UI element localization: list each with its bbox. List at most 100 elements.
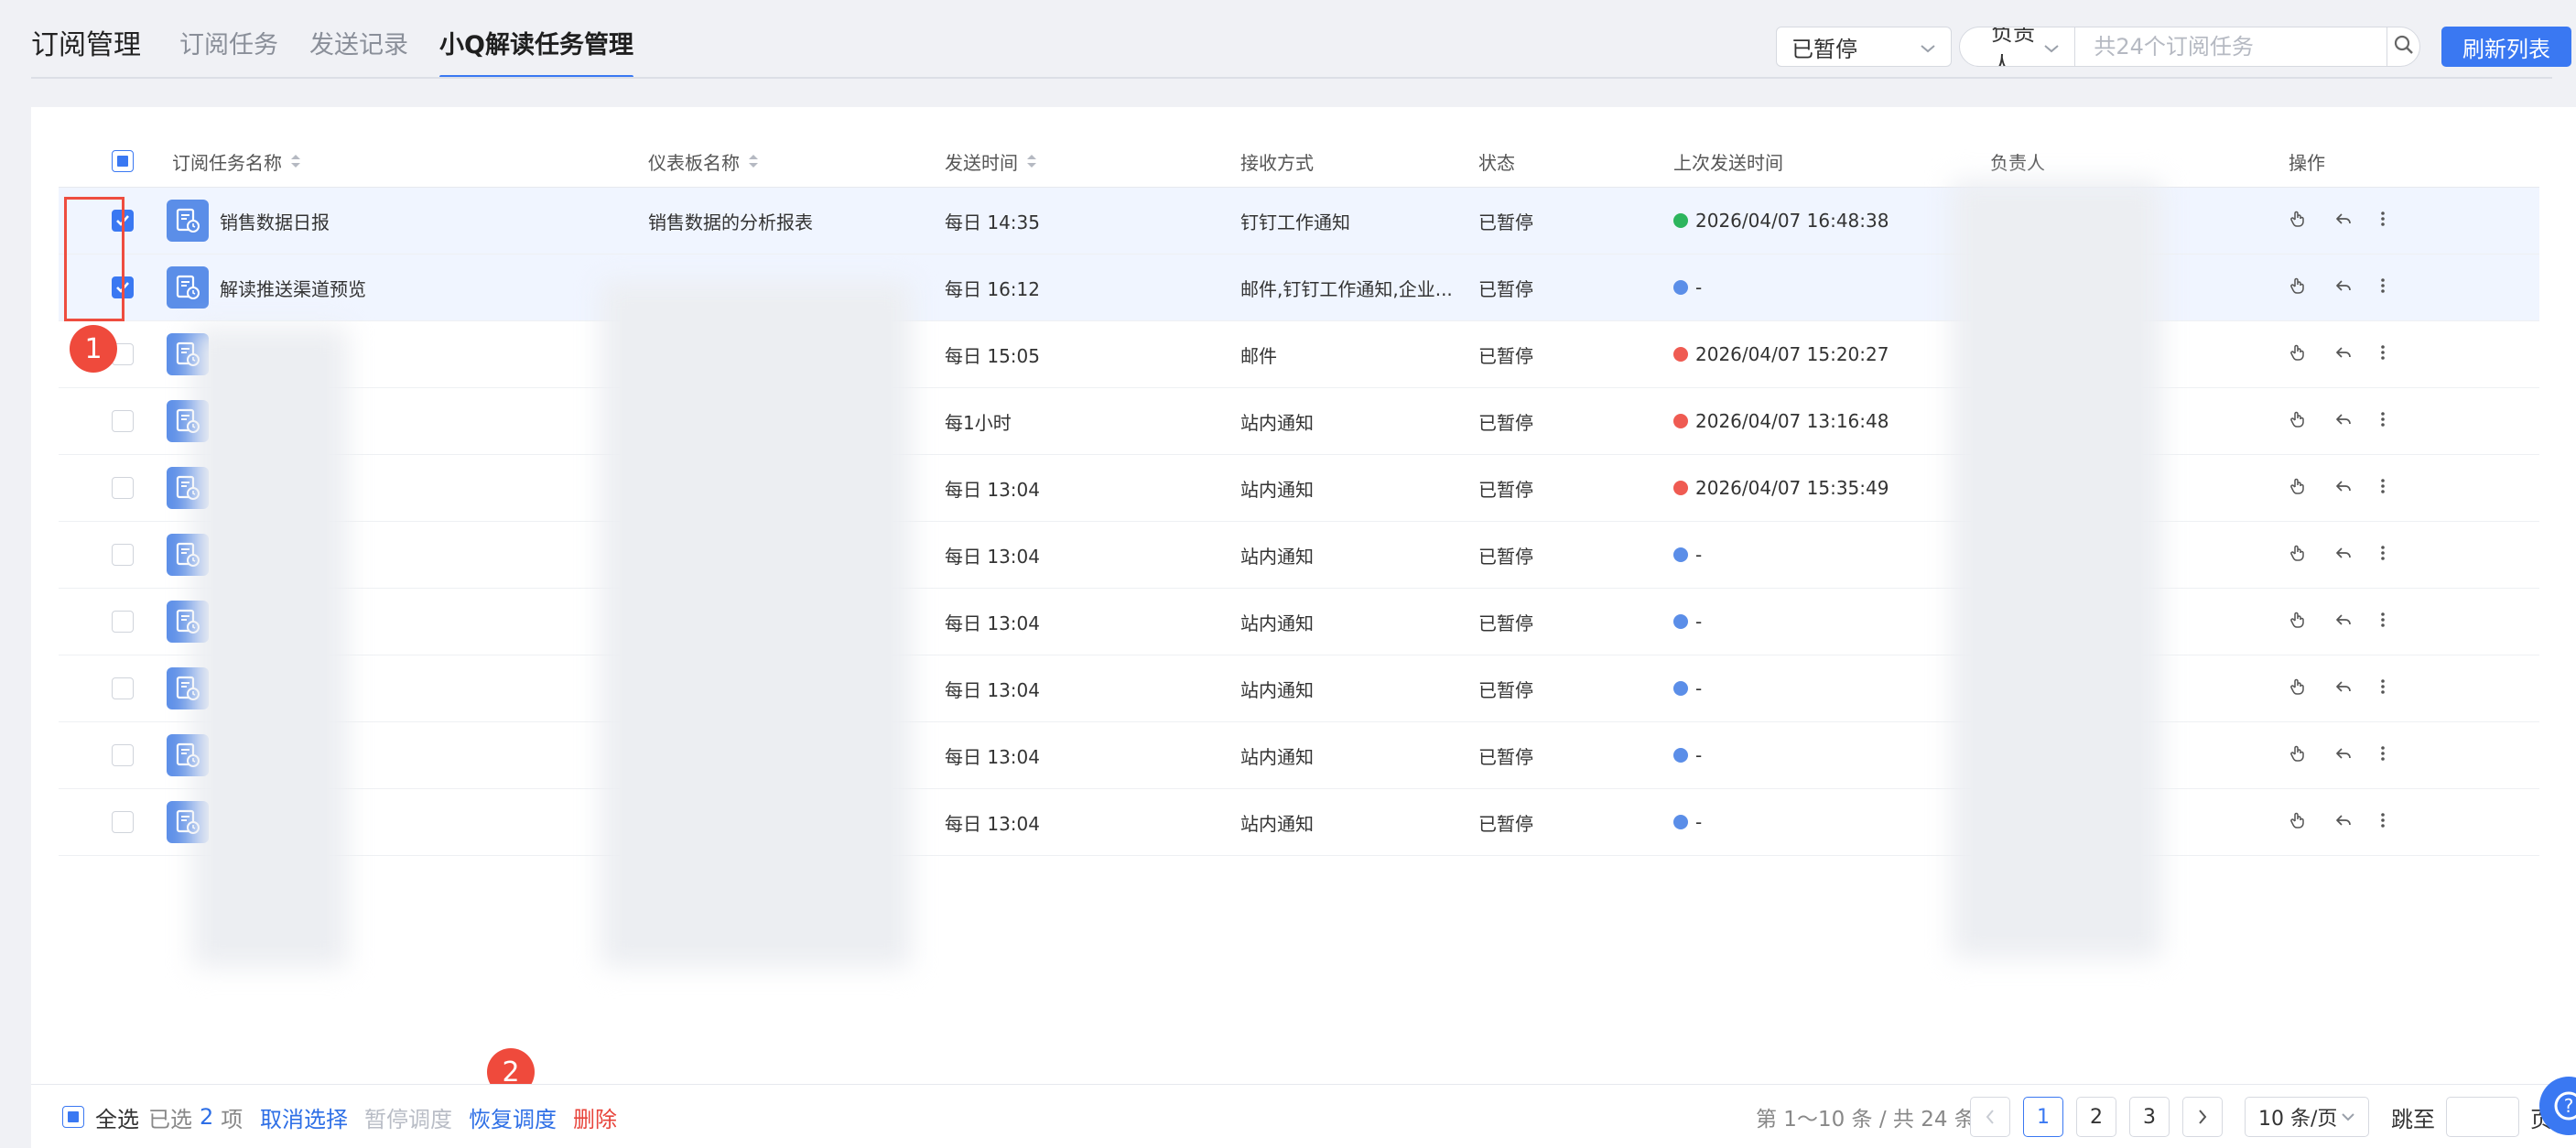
hand-icon[interactable] bbox=[2289, 611, 2307, 634]
row-checkbox[interactable] bbox=[112, 410, 134, 432]
more-icon[interactable] bbox=[2380, 811, 2386, 834]
tab-subscription-tasks[interactable]: 订阅任务 bbox=[179, 27, 278, 79]
more-icon[interactable] bbox=[2380, 477, 2386, 500]
resume-schedule-button[interactable]: 恢复调度 bbox=[469, 1085, 557, 1148]
table-row[interactable]: 每日 13:04 站内通知 已暂停 2026/04/07 15:35:49 bbox=[59, 455, 2539, 522]
tab-bar: 订阅任务 发送记录 小Q解读任务管理 bbox=[179, 27, 633, 79]
prev-page-button[interactable] bbox=[1970, 1097, 2010, 1137]
page-size-value: 10 条/页 bbox=[2258, 1108, 2338, 1131]
page-size-select[interactable]: 10 条/页 bbox=[2245, 1097, 2369, 1137]
table-row[interactable]: 销售数据日报 销售数据的分析报表 每日 14:35 钉钉工作通知 已暂停 2026/04/… bbox=[59, 188, 2539, 255]
column-dashboard-name[interactable]: 仪表板名称 bbox=[648, 135, 760, 188]
page-title: 订阅管理 bbox=[31, 29, 141, 61]
row-checkbox[interactable] bbox=[112, 677, 134, 699]
table-row[interactable]: 每日 13:04 站内通知 已暂停 - bbox=[59, 522, 2539, 589]
receive-method: 邮件 bbox=[1240, 344, 1277, 367]
hand-icon[interactable] bbox=[2289, 276, 2307, 299]
sort-icon[interactable] bbox=[289, 152, 302, 170]
last-send-time-cell: 2026/04/07 13:16:48 bbox=[1673, 388, 1889, 454]
last-send-time: - bbox=[1695, 544, 1703, 566]
jump-page-input[interactable] bbox=[2446, 1097, 2519, 1137]
table-row[interactable]: 每日 13:04 站内通知 已暂停 - bbox=[59, 655, 2539, 722]
hand-icon[interactable] bbox=[2289, 744, 2307, 767]
select-all-checkbox[interactable] bbox=[62, 1106, 84, 1128]
hand-icon[interactable] bbox=[2289, 544, 2307, 567]
pending-status-icon bbox=[1673, 748, 1688, 763]
column-send-time[interactable]: 发送时间 bbox=[945, 135, 1038, 188]
row-checkbox[interactable] bbox=[112, 611, 134, 633]
reply-icon[interactable] bbox=[2334, 343, 2353, 366]
tab-send-records[interactable]: 发送记录 bbox=[309, 27, 408, 79]
sort-icon[interactable] bbox=[1025, 152, 1038, 170]
row-checkbox-cell bbox=[112, 589, 134, 655]
reply-icon[interactable] bbox=[2334, 611, 2353, 634]
reply-icon[interactable] bbox=[2334, 276, 2353, 299]
hand-icon[interactable] bbox=[2289, 210, 2307, 233]
svg-text:?: ? bbox=[2564, 1095, 2574, 1117]
hand-icon[interactable] bbox=[2289, 811, 2307, 834]
hand-icon[interactable] bbox=[2289, 410, 2307, 433]
page-3-button[interactable]: 3 bbox=[2129, 1097, 2170, 1137]
refresh-list-button[interactable]: 刷新列表 bbox=[2441, 27, 2571, 67]
row-checkbox[interactable] bbox=[112, 544, 134, 566]
hand-icon[interactable] bbox=[2289, 677, 2307, 700]
more-icon[interactable] bbox=[2380, 343, 2386, 366]
more-icon[interactable] bbox=[2380, 611, 2386, 634]
table-row[interactable]: 每1小时 站内通知 已暂停 2026/04/07 13:16:48 bbox=[59, 388, 2539, 455]
reply-icon[interactable] bbox=[2334, 811, 2353, 834]
row-checkbox[interactable] bbox=[112, 811, 134, 833]
delete-button[interactable]: 删除 bbox=[573, 1085, 617, 1148]
select-all-header-checkbox[interactable] bbox=[112, 135, 134, 188]
pause-schedule-button[interactable]: 暂停调度 bbox=[364, 1085, 452, 1148]
reply-icon[interactable] bbox=[2334, 677, 2353, 700]
task-name[interactable]: 解读推送渠道预览 bbox=[220, 275, 366, 301]
pending-status-icon bbox=[1673, 681, 1688, 696]
row-checkbox[interactable] bbox=[112, 477, 134, 499]
table-row[interactable]: 解读推送渠道预览 每日 16:12 邮件,钉钉工作通知,企业... 已暂停 - bbox=[59, 255, 2539, 321]
owner-filter-select[interactable]: 负责人 bbox=[1960, 27, 2076, 66]
checkbox[interactable] bbox=[112, 150, 134, 172]
clear-selection-button[interactable]: 取消选择 bbox=[260, 1085, 348, 1148]
more-icon[interactable] bbox=[2380, 410, 2386, 433]
status-filter-select[interactable]: 已暂停 bbox=[1776, 27, 1952, 67]
more-icon[interactable] bbox=[2380, 276, 2386, 299]
table-row[interactable]: 每日 13:04 站内通知 已暂停 - bbox=[59, 722, 2539, 789]
page-size-select-wrap: 10 条/页 bbox=[2245, 1085, 2369, 1148]
chevron-down-icon bbox=[2043, 34, 2060, 60]
reply-icon[interactable] bbox=[2334, 744, 2353, 767]
hand-icon[interactable] bbox=[2289, 477, 2307, 500]
sort-icon[interactable] bbox=[747, 152, 760, 170]
send-time: 每日 13:04 bbox=[945, 745, 1040, 768]
more-icon[interactable] bbox=[2380, 744, 2386, 767]
hand-icon[interactable] bbox=[2289, 343, 2307, 366]
table-row[interactable]: 每日 15:05 邮件 已暂停 2026/04/07 15:20:27 bbox=[59, 321, 2539, 388]
page-1-button[interactable]: 1 bbox=[2023, 1097, 2063, 1137]
table-row[interactable]: 每日 13:04 站内通知 已暂停 - bbox=[59, 589, 2539, 655]
status-text: 已暂停 bbox=[1478, 277, 1533, 300]
reply-icon[interactable] bbox=[2334, 210, 2353, 233]
reply-icon[interactable] bbox=[2334, 477, 2353, 500]
more-icon[interactable] bbox=[2380, 544, 2386, 567]
receive-method: 邮件,钉钉工作通知,企业... bbox=[1240, 277, 1453, 300]
row-checkbox[interactable] bbox=[112, 744, 134, 766]
tab-xiaoq-tasks[interactable]: 小Q解读任务管理 bbox=[439, 27, 633, 79]
jump-label: 跳至 bbox=[2391, 1106, 2435, 1132]
error-status-icon bbox=[1673, 414, 1688, 428]
column-task-name[interactable]: 订阅任务名称 bbox=[172, 135, 302, 188]
pending-status-icon bbox=[1673, 815, 1688, 829]
status-text: 已暂停 bbox=[1478, 678, 1533, 701]
table-row[interactable]: 每日 13:04 站内通知 已暂停 - bbox=[59, 789, 2539, 856]
more-icon[interactable] bbox=[2380, 210, 2386, 233]
select-all-control[interactable]: 全选 bbox=[62, 1085, 139, 1148]
reply-icon[interactable] bbox=[2334, 410, 2353, 433]
task-name[interactable]: 销售数据日报 bbox=[220, 208, 330, 234]
search-input[interactable] bbox=[2075, 27, 2387, 66]
page-2-button[interactable]: 2 bbox=[2076, 1097, 2116, 1137]
next-page-button[interactable] bbox=[2182, 1097, 2223, 1137]
search-button[interactable] bbox=[2387, 27, 2419, 66]
reply-icon[interactable] bbox=[2334, 544, 2353, 567]
receive-method: 站内通知 bbox=[1240, 612, 1314, 634]
more-icon[interactable] bbox=[2380, 677, 2386, 700]
receive-method: 站内通知 bbox=[1240, 745, 1314, 768]
dashboard-name[interactable]: 销售数据的分析报表 bbox=[648, 188, 813, 254]
